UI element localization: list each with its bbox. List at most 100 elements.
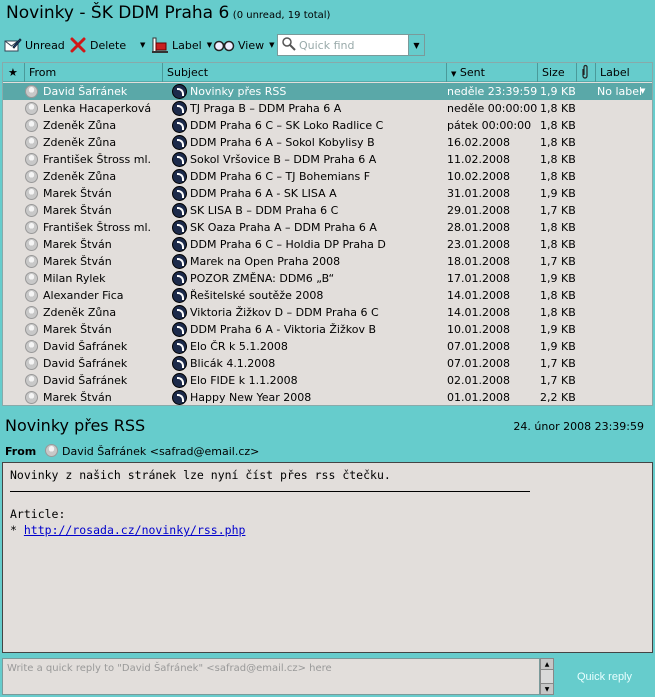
message-subject: SK Oaza Praha A – DDM Praha 6 A xyxy=(190,221,377,234)
message-label xyxy=(597,117,652,134)
avatar xyxy=(25,272,38,285)
message-subject: DDM Praha 6 A - Viktoria Žižkov B xyxy=(190,323,377,336)
message-row[interactable]: František Štross ml. Sokol Vršovice B – D… xyxy=(3,151,652,168)
quick-find-input[interactable] xyxy=(299,36,407,54)
rss-feed-icon xyxy=(172,169,187,184)
message-subject: Elo FIDE k 1.1.2008 xyxy=(190,374,298,387)
column-size[interactable]: Size xyxy=(538,63,577,82)
message-subject: POZOR ZMĚNA: DDM6 „B“ xyxy=(190,272,335,285)
rss-feed-icon xyxy=(172,118,187,133)
message-subject: DDM Praha 6 C – TJ Bohemians F xyxy=(190,170,371,183)
message-label xyxy=(597,100,652,117)
message-subject: Řešitelské soutěže 2008 xyxy=(190,289,324,302)
message-size: 1,9 KB xyxy=(540,187,576,200)
message-size: 1,7 KB xyxy=(540,255,576,268)
message-from: David Šafránek xyxy=(43,357,128,370)
article-link[interactable]: http://rosada.cz/novinky/rss.php xyxy=(24,523,246,537)
message-row[interactable]: František Štross ml. SK Oaza Praha A – DD… xyxy=(3,219,652,236)
message-row[interactable]: Zdeněk Zůna DDM Praha 6 A – Sokol Kobylis… xyxy=(3,134,652,151)
paperclip-icon xyxy=(580,64,590,82)
message-label xyxy=(597,134,652,151)
message-label xyxy=(597,253,652,270)
message-row[interactable]: Lenka Hacaperková TJ Praga B – DDM Praha … xyxy=(3,100,652,117)
message-row[interactable]: David Šafránek Novinky přes RSS neděle 23:… xyxy=(3,83,652,100)
message-row[interactable]: Marek Štván Happy New Year 2008 01.01.2008… xyxy=(3,389,652,405)
message-sent: 14.01.2008 xyxy=(447,306,510,319)
column-attachment[interactable] xyxy=(577,63,596,82)
message-row[interactable]: David Šafránek Blicák 4.1.2008 07.01.2008 1… xyxy=(3,355,652,372)
message-sent: 01.01.2008 xyxy=(447,391,510,404)
delete-dropdown[interactable]: ▼ xyxy=(138,34,145,56)
message-label xyxy=(597,168,652,185)
chevron-down-icon: ▼ xyxy=(206,41,213,49)
message-from: Zdeněk Zůna xyxy=(43,306,117,319)
message-sent: 07.01.2008 xyxy=(447,357,510,370)
view-button[interactable]: View ▼ xyxy=(213,34,275,56)
message-row[interactable]: David Šafránek Elo FIDE k 1.1.2008 02.01.2… xyxy=(3,372,652,389)
message-size: 1,9 KB xyxy=(540,340,576,353)
message-subject: Happy New Year 2008 xyxy=(190,391,312,404)
quick-reply-button[interactable]: Quick reply xyxy=(556,658,653,695)
message-body: Novinky z našich stránek lze nyní číst p… xyxy=(2,462,653,653)
message-size: 1,8 KB xyxy=(540,102,576,115)
column-label[interactable]: Label xyxy=(596,63,652,82)
unread-button[interactable]: Unread xyxy=(4,34,65,56)
avatar xyxy=(25,204,38,217)
message-label xyxy=(597,389,652,405)
message-sent: neděle 23:39:59 xyxy=(447,85,538,98)
column-sent-label: Sent xyxy=(459,66,485,79)
message-row[interactable]: Marek Štván DDM Praha 6 A - Viktoria Žižk… xyxy=(3,321,652,338)
avatar xyxy=(25,238,38,251)
message-size: 1,7 KB xyxy=(540,357,576,370)
column-subject[interactable]: Subject xyxy=(163,63,447,82)
toolbar: Unread Delete ▼ Label ▼ View ▼ ▼ xyxy=(0,30,655,61)
reply-scrollbar[interactable]: ▲ ▼ xyxy=(540,658,554,695)
message-row[interactable]: Alexander Fica Řešitelské soutěže 2008 14.… xyxy=(3,287,652,304)
avatar xyxy=(25,85,38,98)
scroll-down-icon[interactable]: ▼ xyxy=(541,683,553,694)
message-row[interactable]: Marek Štván Marek na Open Praha 2008 18.01… xyxy=(3,253,652,270)
message-label xyxy=(597,202,652,219)
message-from[interactable]: David Šafránek <safrad@email.cz> xyxy=(62,445,259,458)
rss-feed-icon xyxy=(172,390,187,405)
quick-reply-input[interactable] xyxy=(2,658,540,695)
message-size: 2,2 KB xyxy=(540,391,576,404)
label-button[interactable]: Label ▼ xyxy=(151,34,212,56)
rss-feed-icon xyxy=(172,373,187,388)
column-sent[interactable]: ▼ Sent xyxy=(447,63,538,82)
message-count: (0 unread, 19 total) xyxy=(232,10,331,21)
delete-button[interactable]: Delete xyxy=(69,34,126,56)
message-size: 1,8 KB xyxy=(540,153,576,166)
message-row[interactable]: Zdeněk Zůna DDM Praha 6 C – TJ Bohemians … xyxy=(3,168,652,185)
sort-desc-icon: ▼ xyxy=(451,70,457,78)
avatar xyxy=(45,444,58,457)
message-subject: Blicák 4.1.2008 xyxy=(190,357,276,370)
message-row[interactable]: Milan Rylek POZOR ZMĚNA: DDM6 „B“ 17.01.20… xyxy=(3,270,652,287)
rss-feed-icon xyxy=(172,356,187,371)
message-row[interactable]: Zdeněk Zůna Viktoria Žižkov D – DDM Praha… xyxy=(3,304,652,321)
message-sent: 16.02.2008 xyxy=(447,136,510,149)
scroll-up-icon[interactable]: ▲ xyxy=(541,659,553,670)
message-from: Zdeněk Zůna xyxy=(43,170,117,183)
column-star[interactable]: ★ xyxy=(3,63,25,82)
message-from: Alexander Fica xyxy=(43,289,124,302)
message-row[interactable]: Marek Štván DDM Praha 6 A - SK LISA A 31.0… xyxy=(3,185,652,202)
message-sent: 31.01.2008 xyxy=(447,187,510,200)
quick-reply-bar: ▲ ▼ Quick reply xyxy=(0,656,655,697)
message-row[interactable]: Marek Štván SK LISA B – DDM Praha 6 C 29.0… xyxy=(3,202,652,219)
message-sent: 14.01.2008 xyxy=(447,289,510,302)
chevron-down-icon[interactable]: ▼ xyxy=(640,83,650,100)
message-row[interactable]: David Šafránek Elo ČR k 5.1.2008 07.01.200… xyxy=(3,338,652,355)
quick-find: ▼ xyxy=(277,34,425,56)
rss-feed-icon xyxy=(172,305,187,320)
window-title: Novinky - ŠK DDM Praha 6 xyxy=(6,3,230,23)
message-from: Lenka Hacaperková xyxy=(43,102,152,115)
column-from[interactable]: From xyxy=(25,63,163,82)
quick-find-dropdown[interactable]: ▼ xyxy=(408,35,424,55)
message-from: Zdeněk Zůna xyxy=(43,119,117,132)
message-row[interactable]: Marek Štván DDM Praha 6 C – Holdia DP Pra… xyxy=(3,236,652,253)
avatar xyxy=(25,391,38,404)
avatar xyxy=(25,102,38,115)
message-row[interactable]: Zdeněk Zůna DDM Praha 6 C – SK Loko Radli… xyxy=(3,117,652,134)
message-subject: DDM Praha 6 A – Sokol Kobylisy B xyxy=(190,136,375,149)
